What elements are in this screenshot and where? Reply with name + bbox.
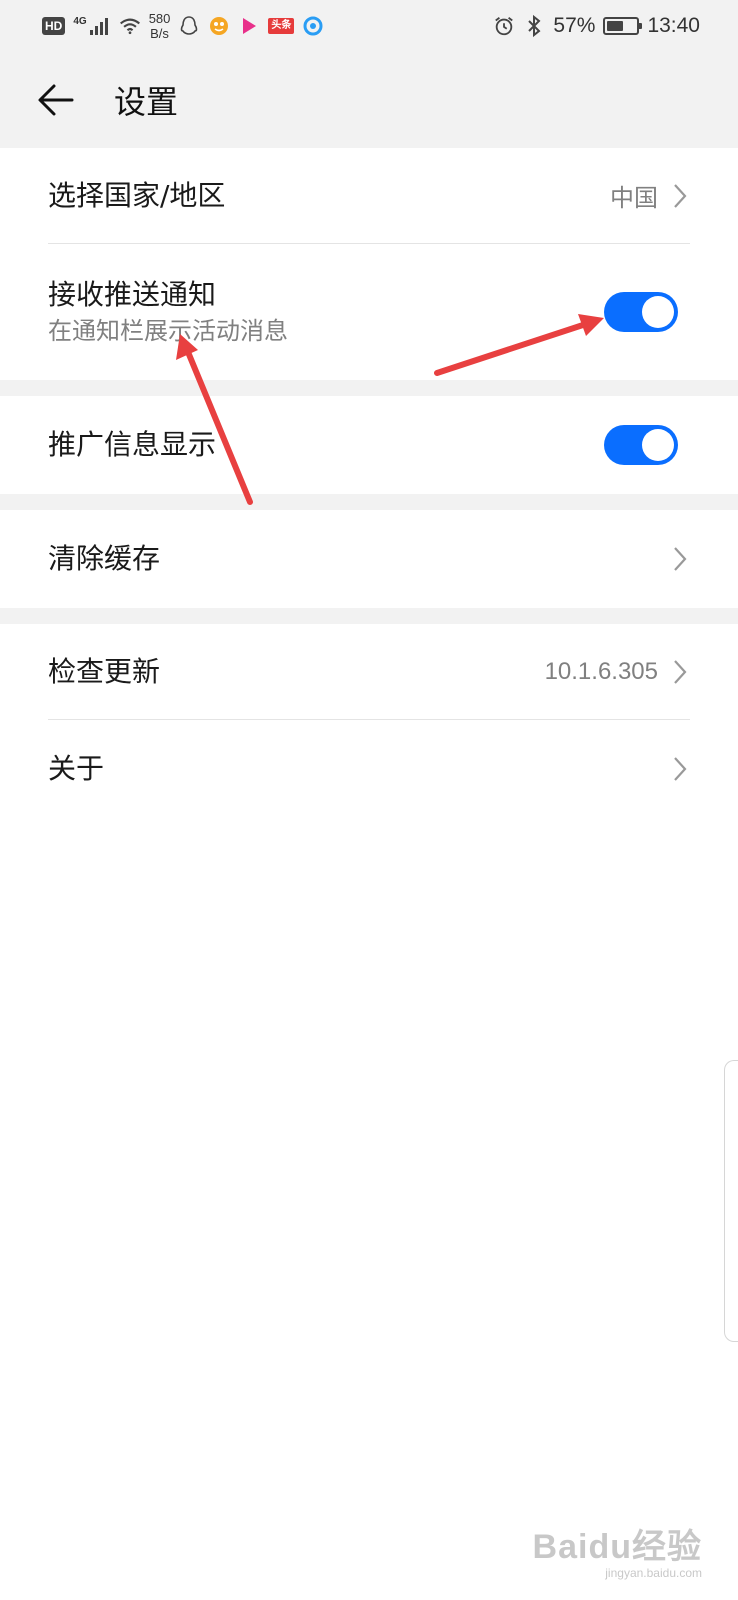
section-divider (0, 494, 738, 510)
push-notification-toggle[interactable] (604, 292, 678, 332)
push-notification-subtitle: 在通知栏展示活动消息 (48, 317, 288, 345)
promo-info-toggle[interactable] (604, 425, 678, 465)
check-update-text: 检查更新 (48, 654, 545, 690)
promo-info-label: 推广信息显示 (48, 428, 217, 461)
check-update-row[interactable]: 检查更新 10.1.6.305 (48, 624, 690, 720)
promo-info-row: 推广信息显示 (48, 396, 690, 494)
clock: 13:40 (647, 14, 700, 37)
status-bar-right: 57% 13:40 (493, 14, 700, 38)
settings-group-cache: 清除缓存 (0, 510, 738, 608)
baidu-watermark: Baidu经验 jingyan.baidu.com (533, 1519, 702, 1580)
toggle-knob (642, 429, 674, 461)
clear-cache-text: 清除缓存 (48, 541, 670, 577)
status-bar-left: HD 4G 580 B/s 头条 (42, 11, 324, 41)
promo-info-text: 推广信息显示 (48, 427, 604, 463)
network-speed: 580 B/s (149, 11, 171, 41)
chevron-right-icon (670, 657, 690, 687)
bluetooth-icon (523, 14, 545, 38)
taobao-icon (208, 15, 230, 37)
back-button[interactable] (26, 70, 86, 130)
about-text: 关于 (48, 751, 670, 787)
side-drawer-handle[interactable] (724, 1060, 738, 1342)
browser-icon (302, 15, 324, 37)
push-notification-text: 接收推送通知 在通知栏展示活动消息 (48, 277, 604, 347)
about-row[interactable]: 关于 (48, 720, 690, 818)
speed-unit: B/s (150, 26, 169, 41)
battery-level (607, 21, 624, 31)
watermark-brand: Baidu经验 (532, 1528, 702, 1566)
video-app-icon (238, 15, 260, 37)
hd-badge: HD (42, 17, 66, 35)
qq-icon (178, 15, 200, 37)
back-arrow-icon (38, 84, 74, 116)
toggle-knob (642, 296, 674, 328)
speed-value: 580 (148, 11, 171, 26)
signal-icon (89, 15, 111, 37)
battery-percent: 57% (553, 14, 596, 37)
chevron-right-icon (670, 544, 690, 574)
watermark-url: jingyan.baidu.com (605, 1566, 702, 1580)
battery-icon (603, 17, 643, 35)
settings-group-promo: 推广信息显示 (0, 396, 738, 494)
app-header: 设置 (0, 52, 738, 148)
country-region-row[interactable]: 选择国家/地区 中国 (48, 148, 690, 244)
toutiao-icon: 头条 (268, 18, 295, 34)
check-update-label: 检查更新 (48, 654, 161, 688)
country-region-label: 选择国家/地区 (48, 178, 226, 212)
alarm-icon (493, 15, 515, 37)
page-title: 设置 (114, 83, 179, 121)
push-notification-label: 接收推送通知 (48, 278, 217, 311)
section-divider (0, 608, 738, 624)
network-type: 4G (73, 15, 87, 27)
chevron-right-icon (670, 181, 690, 211)
country-region-text: 选择国家/地区 (48, 178, 610, 214)
settings-group-app: 检查更新 10.1.6.305 关于 (0, 624, 738, 818)
section-divider (0, 380, 738, 396)
push-notification-row: 接收推送通知 在通知栏展示活动消息 (48, 244, 690, 380)
settings-list: 选择国家/地区 中国 接收推送通知 在通知栏展示活动消息 推广信息显示 清除缓存… (0, 148, 738, 818)
status-bar: HD 4G 580 B/s 头条 57% 13:40 (0, 0, 738, 52)
app-version-value: 10.1.6.305 (544, 657, 658, 685)
wifi-icon (119, 15, 141, 37)
about-label: 关于 (48, 752, 105, 785)
country-region-value: 中国 (610, 185, 658, 212)
clear-cache-label: 清除缓存 (48, 542, 161, 575)
clear-cache-row[interactable]: 清除缓存 (48, 510, 690, 608)
chevron-right-icon (670, 754, 690, 784)
settings-group-general: 选择国家/地区 中国 接收推送通知 在通知栏展示活动消息 (0, 148, 738, 380)
